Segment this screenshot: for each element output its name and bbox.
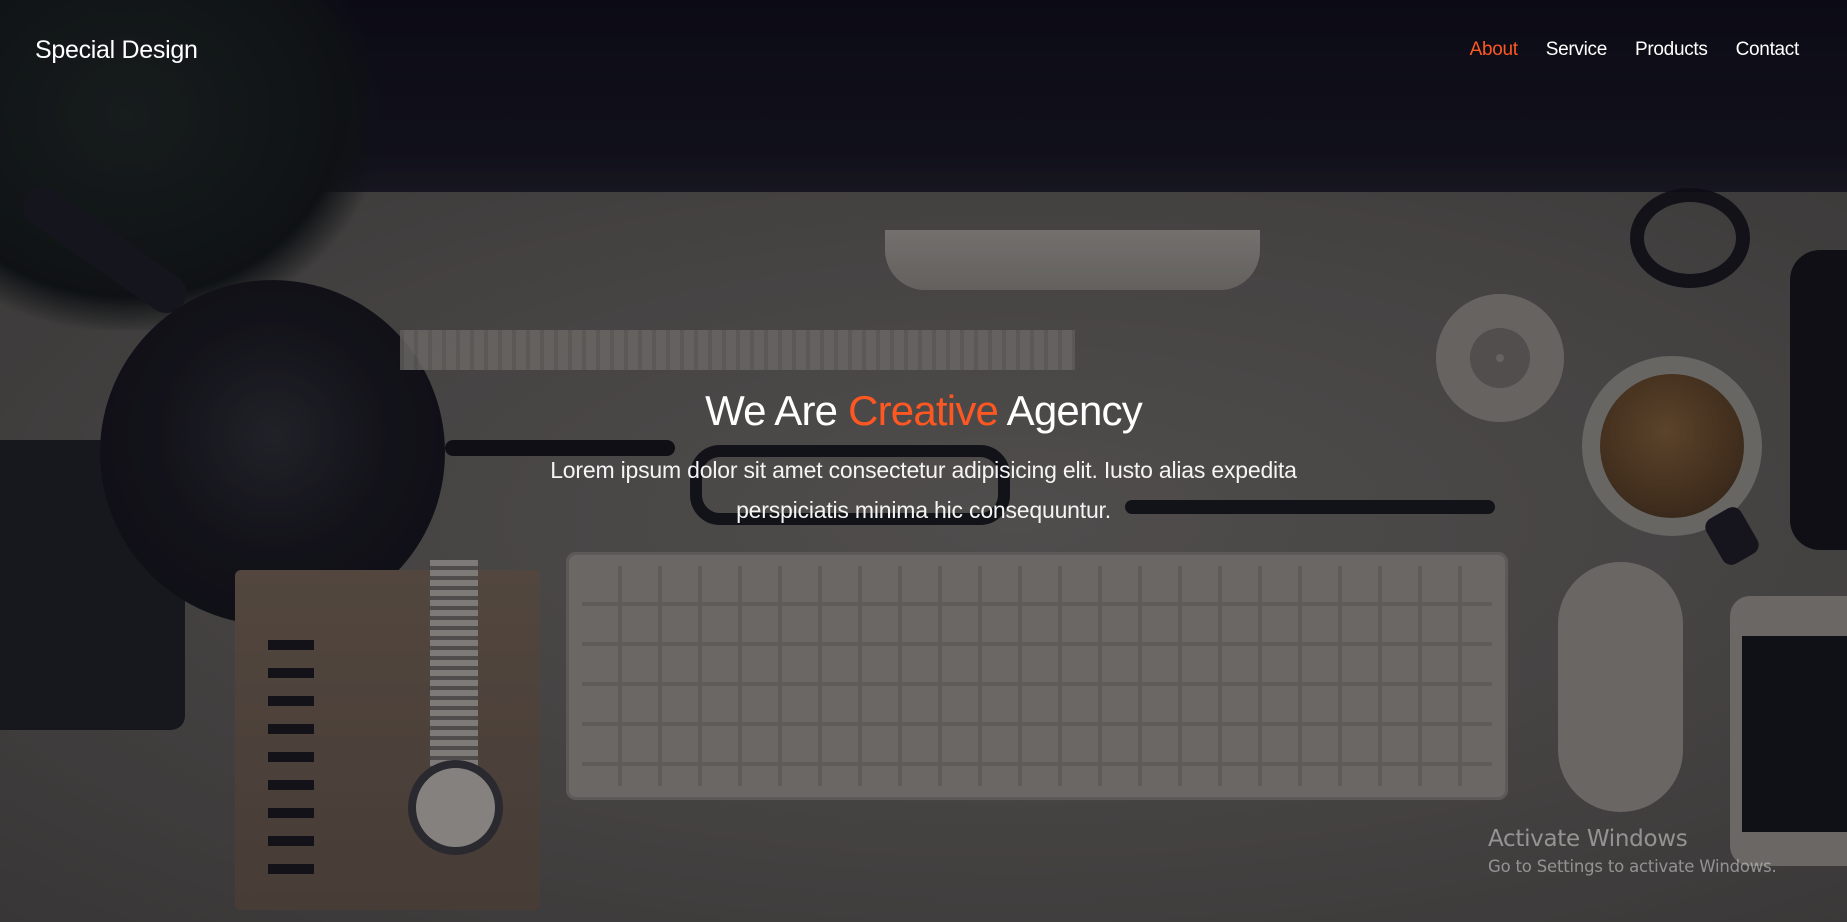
watermark-title: Activate Windows [1488,826,1688,852]
nav-link-products[interactable]: Products [1621,39,1722,61]
nav-menu: About Service Products Contact [1456,39,1812,61]
navbar: Special Design About Service Products Co… [0,0,1847,100]
headline-part-2: Agency [998,387,1143,434]
hero-headline: We Are Creative Agency [0,386,1847,436]
nav-link-service[interactable]: Service [1532,39,1621,61]
logo[interactable]: Special Design [35,36,198,65]
nav-item-products: Products [1621,39,1722,61]
hero-description: Lorem ipsum dolor sit amet consectetur a… [550,457,1297,523]
nav-item-contact: Contact [1722,39,1812,61]
headline-part-1: We Are [705,387,849,434]
nav-item-service: Service [1532,39,1621,61]
nav-link-contact[interactable]: Contact [1722,39,1812,61]
nav-item-about: About [1456,39,1532,61]
nav-link-about[interactable]: About [1456,39,1532,61]
headline-accent: Creative [848,387,999,434]
hero-content: We Are Creative Agency Lorem ipsum dolor… [0,386,1847,530]
hero-section: Special Design About Service Products Co… [0,0,1847,922]
windows-activation-watermark: Activate Windows Go to Settings to activ… [1488,823,1777,879]
watermark-subtitle: Go to Settings to activate Windows. [1488,857,1777,876]
